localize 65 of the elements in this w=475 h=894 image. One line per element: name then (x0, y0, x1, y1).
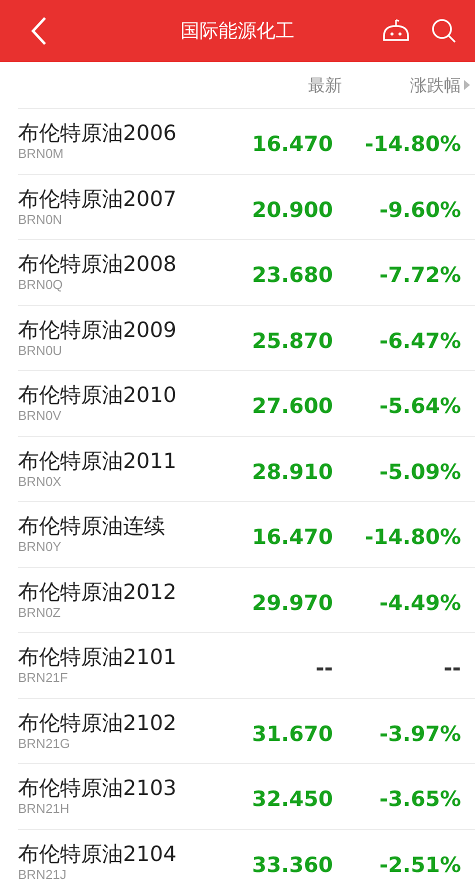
latest-price: 20.900 (250, 198, 333, 222)
contract-name: 布伦特原油2007 (18, 186, 178, 212)
search-icon[interactable] (431, 18, 457, 44)
quote-row[interactable]: 布伦特原油2007 BRN0N 20.900 -9.60% (18, 174, 475, 240)
quote-row[interactable]: 布伦特原油2103 BRN21H 32.450 -3.65% (18, 764, 475, 830)
quote-row[interactable]: 布伦特原油2008 BRN0Q 23.680 -7.72% (18, 240, 475, 306)
contract-name: 布伦特原油2102 (18, 710, 178, 736)
latest-price: 16.470 (250, 132, 333, 156)
quote-row[interactable]: 布伦特原油2006 BRN0M 16.470 -14.80% (18, 109, 475, 174)
contract-name: 布伦特原油2104 (18, 840, 178, 867)
price-change: -4.49% (378, 590, 461, 615)
quote-row[interactable]: 布伦特原油2104 BRN21J 33.360 -2.51% (18, 830, 475, 894)
contract-name: 布伦特原油2009 (18, 316, 178, 343)
contract-name: 布伦特原油2011 (18, 448, 178, 474)
contract-code: BRN0Z (18, 604, 62, 621)
contract-name: 布伦特原油2006 (18, 120, 178, 146)
latest-price: 29.970 (250, 590, 333, 615)
contract-name: 布伦特原油2012 (18, 578, 178, 605)
contract-code: BRN0Y (18, 539, 62, 556)
price-change: -- (442, 656, 461, 680)
latest-price: 27.600 (250, 394, 333, 418)
contract-name: 布伦特原油2101 (18, 644, 178, 670)
latest-price: 16.470 (250, 525, 333, 550)
quote-row[interactable]: 布伦特原油2009 BRN0U 25.870 -6.47% (18, 306, 475, 371)
robot-icon[interactable] (381, 18, 411, 44)
price-change: -7.72% (378, 263, 461, 288)
contract-code: BRN0U (18, 342, 64, 359)
latest-price: 23.680 (250, 263, 333, 288)
latest-price: 25.870 (250, 328, 333, 353)
price-change: -5.64% (378, 394, 461, 418)
quote-row[interactable]: 布伦特原油2012 BRN0Z 29.970 -4.49% (18, 568, 475, 633)
price-change: -9.60% (378, 198, 461, 222)
contract-name: 布伦特原油2103 (18, 775, 178, 802)
price-change: -14.80% (364, 132, 461, 156)
contract-code: BRN21H (18, 801, 70, 818)
contract-code: BRN0N (18, 212, 64, 228)
page-title: 国际能源化工 (180, 19, 294, 44)
price-change: -2.51% (378, 852, 461, 877)
quote-row[interactable]: 布伦特原油2101 BRN21F -- -- (18, 633, 475, 698)
contract-code: BRN0X (18, 474, 62, 490)
quote-row[interactable]: 布伦特原油连续 BRN0Y 16.470 -14.80% (18, 502, 475, 568)
price-change: -5.09% (378, 460, 461, 484)
column-header: 最新 (308, 74, 342, 96)
contract-code: BRN21J (18, 866, 68, 883)
quote-row[interactable]: 布伦特原油2011 BRN0X 28.910 -5.09% (18, 436, 475, 502)
contract-code: BRN0V (18, 408, 62, 424)
contract-code: BRN21G (18, 736, 72, 752)
quote-row[interactable]: 布伦特原油2102 BRN21G 31.670 -3.97% (18, 698, 475, 764)
price-change: -6.47% (378, 328, 461, 353)
quote-row[interactable]: 布伦特原油2010 BRN0V 27.600 -5.64% (18, 371, 475, 436)
price-change: -14.80% (364, 525, 461, 550)
contract-name: 布伦特原油连续 (18, 513, 166, 540)
contract-code: BRN0M (18, 146, 65, 162)
price-change: -3.65% (378, 787, 461, 812)
latest-price: 31.670 (250, 722, 333, 746)
latest-price: -- (314, 656, 333, 680)
back-button[interactable] (30, 16, 48, 46)
latest-price: 28.910 (250, 460, 333, 484)
price-change: -3.97% (378, 722, 461, 746)
contract-name: 布伦特原油2008 (18, 251, 178, 278)
latest-price: 33.360 (250, 852, 333, 877)
contract-name: 布伦特原油2010 (18, 382, 178, 408)
contract-code: BRN0Q (18, 277, 64, 294)
contract-code: BRN21F (18, 670, 69, 686)
latest-price: 32.450 (250, 787, 333, 812)
